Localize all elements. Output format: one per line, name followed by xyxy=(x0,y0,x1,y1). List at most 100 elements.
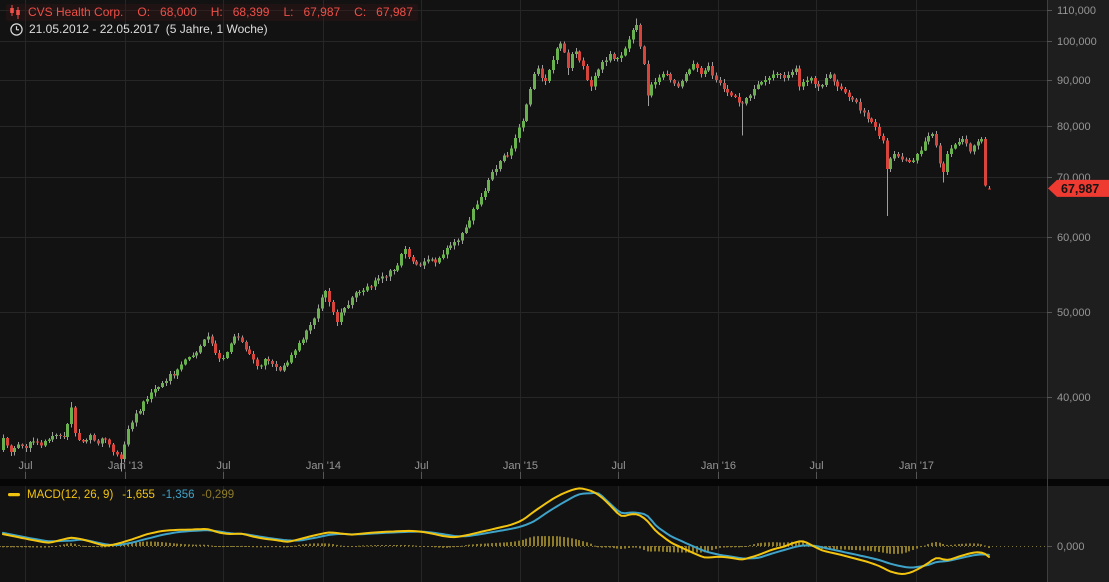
candle-body[interactable] xyxy=(241,338,244,343)
candle-body[interactable] xyxy=(529,89,532,105)
candle-body[interactable] xyxy=(6,438,9,446)
candle-body[interactable] xyxy=(328,291,331,302)
candle-body[interactable] xyxy=(480,197,483,204)
candle-body[interactable] xyxy=(495,169,498,172)
candle-body[interactable] xyxy=(412,257,415,262)
candle-body[interactable] xyxy=(719,80,722,83)
candle-body[interactable] xyxy=(237,336,240,337)
candle-body[interactable] xyxy=(688,70,691,74)
candle-body[interactable] xyxy=(317,309,320,319)
candle-body[interactable] xyxy=(840,87,843,90)
candle-body[interactable] xyxy=(203,340,206,346)
candle-body[interactable] xyxy=(931,134,934,136)
candle-body[interactable] xyxy=(252,354,255,360)
candle-body[interactable] xyxy=(419,265,422,266)
candle-body[interactable] xyxy=(173,374,176,376)
candle-body[interactable] xyxy=(700,68,703,74)
candle-body[interactable] xyxy=(867,113,870,119)
candle-body[interactable] xyxy=(66,424,69,437)
candle-body[interactable] xyxy=(893,154,896,159)
candle-body[interactable] xyxy=(924,142,927,151)
candle-body[interactable] xyxy=(582,60,585,66)
candle-body[interactable] xyxy=(522,121,525,128)
candle-body[interactable] xyxy=(40,442,43,445)
candle-body[interactable] xyxy=(821,85,824,86)
candle-body[interactable] xyxy=(427,260,430,262)
candle-body[interactable] xyxy=(950,148,953,154)
candle-body[interactable] xyxy=(78,433,81,440)
candle-body[interactable] xyxy=(294,350,297,355)
candle-body[interactable] xyxy=(908,160,911,162)
candle-body[interactable] xyxy=(457,240,460,242)
candle-body[interactable] xyxy=(798,69,801,87)
candle-body[interactable] xyxy=(408,249,411,257)
candle-body[interactable] xyxy=(927,136,930,142)
candle-body[interactable] xyxy=(21,445,24,447)
date-range[interactable]: 21.05.2012 - 22.05.2017 xyxy=(29,22,160,36)
candle-body[interactable] xyxy=(48,439,51,441)
macd-legend[interactable]: MACD(12, 26, 9) -1,655 -1,356 -0,299 xyxy=(8,489,234,501)
candle-body[interactable] xyxy=(431,260,434,261)
candle-body[interactable] xyxy=(859,102,862,111)
candle-body[interactable] xyxy=(632,30,635,40)
candle-body[interactable] xyxy=(734,96,737,97)
candle-body[interactable] xyxy=(302,340,305,343)
candle-body[interactable] xyxy=(787,75,790,78)
candle-body[interactable] xyxy=(472,209,475,221)
candle-body[interactable] xyxy=(594,76,597,87)
candle-body[interactable] xyxy=(605,61,608,62)
candle-body[interactable] xyxy=(738,97,741,103)
candle-body[interactable] xyxy=(112,444,115,452)
candle-body[interactable] xyxy=(905,159,908,160)
candle-body[interactable] xyxy=(980,139,983,142)
candle-body[interactable] xyxy=(108,439,111,444)
candle-body[interactable] xyxy=(795,69,798,72)
candle-body[interactable] xyxy=(89,435,92,440)
candle-body[interactable] xyxy=(188,357,191,360)
candle-body[interactable] xyxy=(650,84,653,95)
candle-body[interactable] xyxy=(912,160,915,162)
candle-body[interactable] xyxy=(673,80,676,84)
candle-body[interactable] xyxy=(51,436,54,439)
candle-body[interactable] xyxy=(590,80,593,87)
candle-body[interactable] xyxy=(32,441,35,442)
candle-body[interactable] xyxy=(362,291,365,292)
candle-body[interactable] xyxy=(260,366,263,367)
candle-body[interactable] xyxy=(567,52,570,68)
candle-body[interactable] xyxy=(620,55,623,58)
candle-body[interactable] xyxy=(120,455,123,459)
candle-body[interactable] xyxy=(616,58,619,59)
candle-body[interactable] xyxy=(336,312,339,322)
candle-body[interactable] xyxy=(669,74,672,80)
candle-body[interactable] xyxy=(779,74,782,75)
candle-body[interactable] xyxy=(954,145,957,149)
candle-body[interactable] xyxy=(17,445,20,448)
candle-body[interactable] xyxy=(506,156,509,157)
candle-body[interactable] xyxy=(886,141,889,169)
candle-body[interactable] xyxy=(578,52,581,61)
candle-body[interactable] xyxy=(707,66,710,71)
candle-body[interactable] xyxy=(468,221,471,228)
candle-body[interactable] xyxy=(783,75,786,78)
candle-body[interactable] xyxy=(298,343,301,351)
candle-body[interactable] xyxy=(180,364,183,369)
candle-body[interactable] xyxy=(442,255,445,258)
candle-body[interactable] xyxy=(726,89,729,93)
candle-body[interactable] xyxy=(286,362,289,365)
candle-body[interactable] xyxy=(696,64,699,68)
candle-body[interactable] xyxy=(749,95,752,98)
candle-body[interactable] xyxy=(965,139,968,144)
candle-body[interactable] xyxy=(874,122,877,127)
candle-body[interactable] xyxy=(559,44,562,49)
candle-body[interactable] xyxy=(465,227,468,233)
candle-body[interactable] xyxy=(791,72,794,75)
candle-body[interactable] xyxy=(510,148,513,155)
candle-body[interactable] xyxy=(692,64,695,70)
candle-body[interactable] xyxy=(920,150,923,154)
candle-body[interactable] xyxy=(757,84,760,89)
candle-body[interactable] xyxy=(973,146,976,152)
candle-body[interactable] xyxy=(548,70,551,81)
candle-body[interactable] xyxy=(525,105,528,122)
candle-body[interactable] xyxy=(283,365,286,370)
candle-body[interactable] xyxy=(93,435,96,441)
